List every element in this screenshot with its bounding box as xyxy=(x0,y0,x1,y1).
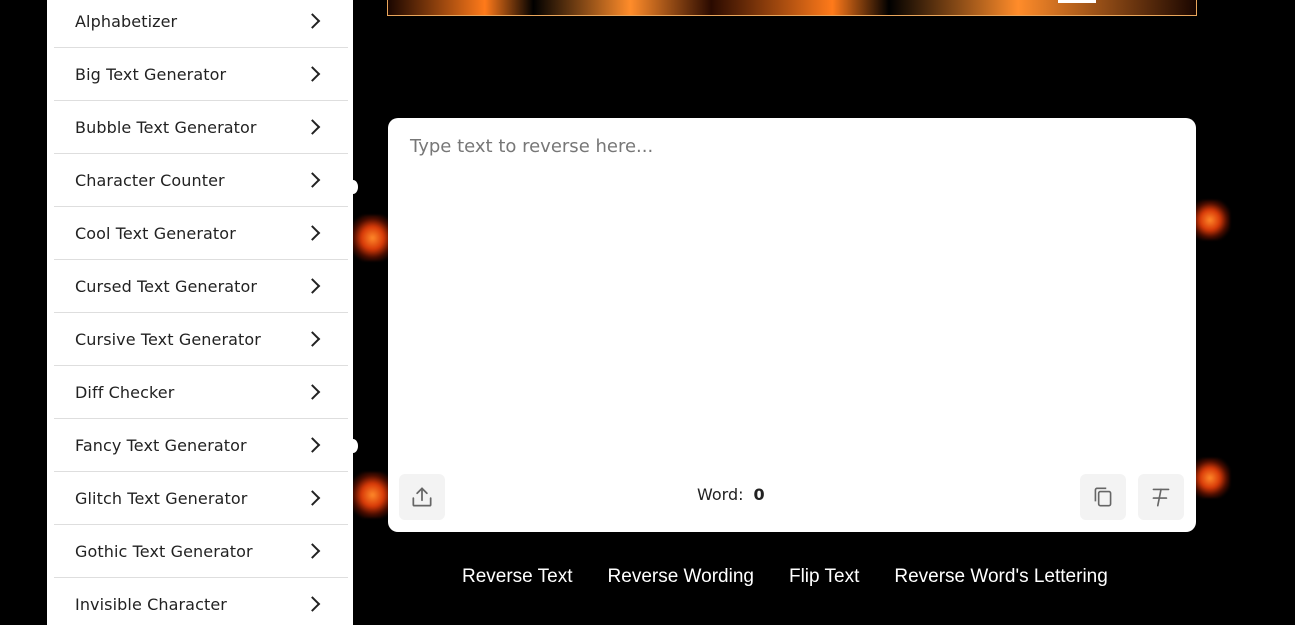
chevron-right-icon xyxy=(304,66,321,82)
sidebar-item-character-counter[interactable]: Character Counter xyxy=(54,154,348,207)
sidebar-item-cursed-text-generator[interactable]: Cursed Text Generator xyxy=(54,260,348,313)
tab-reverse-text[interactable]: Reverse Text xyxy=(462,566,573,588)
sidebar-item-cool-text-generator[interactable]: Cool Text Generator xyxy=(54,207,348,260)
fire-decoration xyxy=(1190,200,1230,240)
chevron-right-icon xyxy=(304,119,321,135)
tab-reverse-words-lettering[interactable]: Reverse Word's Lettering xyxy=(894,566,1107,588)
upload-button[interactable] xyxy=(399,474,445,520)
clear-format-button[interactable] xyxy=(1138,474,1184,520)
sidebar-item-label: Invisible Character xyxy=(75,594,227,614)
chevron-right-icon xyxy=(304,543,321,559)
chevron-right-icon xyxy=(304,278,321,294)
chevron-right-icon xyxy=(304,172,321,188)
sidebar-item-label: Alphabetizer xyxy=(75,11,178,31)
clear-format-icon xyxy=(1152,488,1170,507)
sidebar-item-bubble-text-generator[interactable]: Bubble Text Generator xyxy=(54,101,348,154)
sidebar-item-label: Cursive Text Generator xyxy=(75,329,261,349)
tab-flip-text[interactable]: Flip Text xyxy=(789,566,859,588)
mode-tabs: Reverse Text Reverse Wording Flip Text R… xyxy=(462,566,1108,588)
tools-sidebar: Alphabetizer Big Text Generator Bubble T… xyxy=(47,0,353,625)
word-count-value: 0 xyxy=(753,485,765,504)
sidebar-item-label: Fancy Text Generator xyxy=(75,435,247,455)
sidebar-item-label: Glitch Text Generator xyxy=(75,488,248,508)
reverse-text-editor: Word: 0 xyxy=(388,118,1196,532)
chevron-right-icon xyxy=(304,331,321,347)
chevron-right-icon xyxy=(304,596,321,612)
sidebar-item-label: Diff Checker xyxy=(75,382,175,402)
tab-reverse-wording[interactable]: Reverse Wording xyxy=(608,566,754,588)
chevron-right-icon xyxy=(304,490,321,506)
sidebar-item-diff-checker[interactable]: Diff Checker xyxy=(54,366,348,419)
chevron-right-icon xyxy=(304,13,321,29)
sidebar-item-label: Big Text Generator xyxy=(75,64,227,84)
copy-icon xyxy=(1094,487,1112,507)
sidebar-item-label: Cool Text Generator xyxy=(75,223,236,243)
word-count-label: Word: xyxy=(697,485,744,504)
chevron-right-icon xyxy=(304,225,321,241)
sidebar-item-alphabetizer[interactable]: Alphabetizer xyxy=(54,0,348,48)
sidebar-item-gothic-text-generator[interactable]: Gothic Text Generator xyxy=(54,525,348,578)
sidebar-item-label: Character Counter xyxy=(75,170,225,190)
sidebar-item-label: Bubble Text Generator xyxy=(75,117,257,137)
sidebar-item-fancy-text-generator[interactable]: Fancy Text Generator xyxy=(54,419,348,472)
sidebar-item-label: Cursed Text Generator xyxy=(75,276,258,296)
sidebar-item-label: Gothic Text Generator xyxy=(75,541,253,561)
sidebar-item-big-text-generator[interactable]: Big Text Generator xyxy=(54,48,348,101)
copy-button[interactable] xyxy=(1080,474,1126,520)
top-banner-image xyxy=(387,0,1197,16)
tools-list: Alphabetizer Big Text Generator Bubble T… xyxy=(54,0,348,625)
text-input[interactable] xyxy=(388,118,1196,458)
sidebar-item-invisible-character[interactable]: Invisible Character xyxy=(54,578,348,625)
word-counter: Word: 0 xyxy=(697,485,765,504)
fire-decoration xyxy=(1190,458,1230,498)
upload-icon xyxy=(412,487,432,507)
chevron-right-icon xyxy=(304,384,321,400)
sidebar-item-glitch-text-generator[interactable]: Glitch Text Generator xyxy=(54,472,348,525)
sidebar-item-cursive-text-generator[interactable]: Cursive Text Generator xyxy=(54,313,348,366)
chevron-right-icon xyxy=(304,437,321,453)
